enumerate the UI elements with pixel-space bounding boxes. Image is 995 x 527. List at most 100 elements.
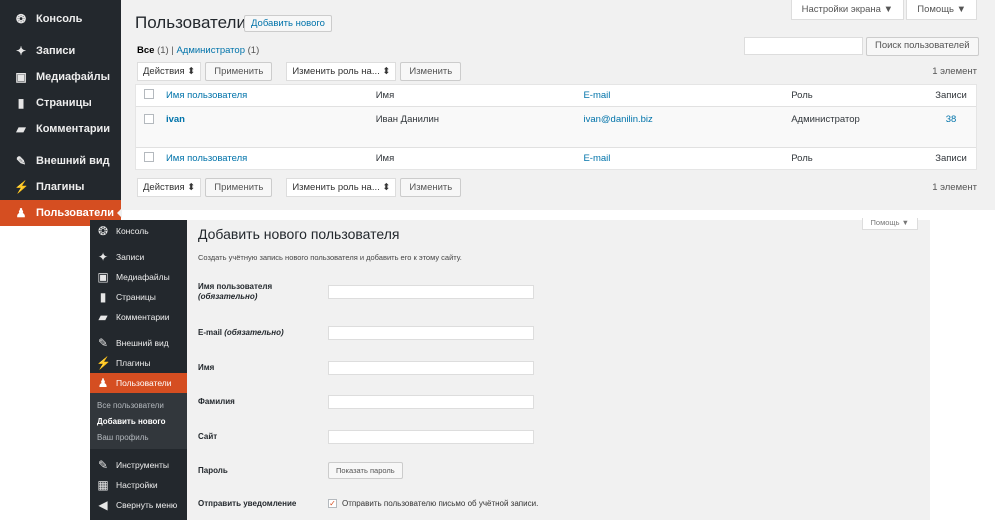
website-row: Сайт	[198, 430, 534, 444]
first-name-row: Имя	[198, 361, 534, 375]
sidebar-item-settings[interactable]: ▦ Настройки	[90, 475, 187, 495]
column-username[interactable]: Имя пользователя	[166, 90, 376, 101]
username-row: Имя пользователя (обязательно)	[198, 282, 534, 301]
submenu-profile[interactable]: Ваш профиль	[90, 429, 187, 445]
row-checkbox[interactable]	[144, 114, 154, 124]
filter-separator: |	[171, 45, 174, 56]
password-label: Пароль	[198, 465, 228, 475]
submenu-add-new[interactable]: Добавить нового	[90, 413, 187, 429]
users-submenu: Все пользователи Добавить нового Ваш про…	[90, 393, 187, 449]
collapse-menu-button[interactable]: ◀ Свернуть меню	[90, 495, 187, 515]
appearance-icon: ✎	[15, 154, 27, 168]
help-tab[interactable]: Помощь ▼	[906, 0, 977, 20]
add-new-button[interactable]: Добавить нового	[244, 15, 332, 32]
screen-options-tab[interactable]: Настройки экрана ▼	[790, 0, 904, 20]
submenu-all-users[interactable]: Все пользователи	[90, 397, 187, 413]
last-name-row: Фамилия	[198, 395, 534, 409]
row-posts[interactable]: 38	[926, 114, 976, 125]
notify-checkbox[interactable]: ✓	[328, 499, 337, 509]
sidebar-item-label: Комментарии	[116, 312, 170, 322]
change-role-select[interactable]: Изменить роль на... ⬍	[286, 62, 397, 81]
page-title: Пользователи	[135, 13, 246, 32]
row-username[interactable]: ivan	[166, 114, 376, 125]
search-input[interactable]	[744, 37, 863, 55]
sidebar-item-label: Внешний вид	[36, 155, 110, 167]
page-title: Добавить нового пользователя	[198, 226, 400, 242]
website-input[interactable]	[328, 430, 534, 444]
sidebar-item-dashboard[interactable]: ❂ Консоль	[0, 6, 121, 32]
media-icon: ▣	[97, 270, 109, 284]
username-input[interactable]	[328, 284, 534, 299]
sidebar-item-dashboard[interactable]: ❂ Консоль	[90, 221, 187, 241]
email-input[interactable]	[328, 326, 534, 340]
sidebar-item-label: Внешний вид	[116, 338, 169, 348]
show-password-button[interactable]: Показать пароль	[328, 462, 403, 479]
filter-admin-count: (1)	[247, 45, 260, 56]
sidebar-item-plugins[interactable]: ⚡ Плагины	[0, 174, 121, 200]
comment-icon: ▰	[16, 122, 26, 136]
comment-icon: ▰	[98, 310, 108, 324]
apply-button[interactable]: Применить	[205, 62, 273, 81]
sidebar-item-tools[interactable]: ✎ Инструменты	[90, 455, 187, 475]
sidebar-item-label: Плагины	[36, 181, 85, 193]
row-email[interactable]: ivan@danilin.biz	[583, 114, 791, 125]
notify-row: Отправить уведомление ✓ Отправить пользо…	[198, 499, 538, 509]
sidebar-item-media[interactable]: ▣ Медиафайлы	[90, 267, 187, 287]
page-description: Создать учётную запись нового пользовате…	[198, 253, 462, 262]
notify-text: Отправить пользователю письмо об учётной…	[342, 499, 539, 509]
column-username-footer[interactable]: Имя пользователя	[166, 153, 376, 164]
bulk-actions-select-bottom[interactable]: Действия ⬍	[137, 178, 202, 197]
change-button[interactable]: Изменить	[400, 62, 462, 81]
apply-button-bottom[interactable]: Применить	[205, 178, 273, 197]
items-count: 1 элемент	[932, 66, 977, 77]
sidebar-item-label: Медиафайлы	[116, 272, 170, 282]
help-tab[interactable]: Помощь ▼	[861, 218, 918, 230]
column-posts-footer: Записи	[935, 153, 967, 164]
sidebar-item-posts[interactable]: ✦ Записи	[0, 38, 121, 64]
sidebar-item-media[interactable]: ▣ Медиафайлы	[0, 64, 121, 90]
row-role: Администратор	[791, 114, 860, 125]
select-all-checkbox-footer[interactable]	[144, 152, 154, 162]
sidebar-item-label: Страницы	[36, 97, 92, 109]
sidebar-item-label: Свернуть меню	[116, 500, 178, 510]
sidebar-item-comments[interactable]: ▰ Комментарии	[90, 307, 187, 327]
sidebar-item-label: Плагины	[116, 358, 151, 368]
sidebar-item-plugins[interactable]: ⚡ Плагины	[90, 353, 187, 373]
filter-all-count: (1)	[157, 45, 169, 56]
sidebar-item-comments[interactable]: ▰ Комментарии	[0, 116, 121, 142]
column-posts: Записи	[935, 90, 967, 101]
filter-admin[interactable]: Администратор	[176, 45, 245, 56]
search-users-button[interactable]: Поиск пользователей	[866, 37, 979, 56]
column-email[interactable]: E-mail	[583, 90, 791, 101]
table-row: ivan Иван Данилин ivan@danilin.biz Админ…	[136, 107, 976, 143]
items-count-bottom: 1 элемент	[932, 182, 977, 193]
sidebar-item-pages[interactable]: ▮ Страницы	[0, 90, 121, 116]
users-list-screenshot: ❂ Консоль ✦ Записи ▣ Медиафайлы ▮ Страницы ▰…	[0, 0, 995, 226]
pin-icon: ✦	[97, 250, 109, 264]
column-role-footer: Роль	[791, 153, 813, 164]
sidebar-item-pages[interactable]: ▮ Страницы	[90, 287, 187, 307]
change-button-bottom[interactable]: Изменить	[400, 178, 462, 197]
sidebar-item-users[interactable]: ♟ Пользователи	[90, 373, 187, 393]
sidebar-item-appearance[interactable]: ✎ Внешний вид	[90, 333, 187, 353]
sidebar-item-label: Записи	[116, 252, 145, 262]
filter-all[interactable]: Все	[137, 45, 154, 56]
select-all-checkbox[interactable]	[144, 89, 154, 99]
sidebar-item-posts[interactable]: ✦ Записи	[90, 247, 187, 267]
bulk-actions-select[interactable]: Действия ⬍	[137, 62, 202, 81]
media-icon: ▣	[15, 70, 27, 84]
sidebar-item-appearance[interactable]: ✎ Внешний вид	[0, 148, 121, 174]
admin-sidebar-small: ❂ Консоль ✦ Записи ▣ Медиафайлы ▮ Страницы ▰…	[90, 220, 187, 520]
sidebar-item-label: Записи	[36, 45, 76, 57]
email-label: E-mail (обязательно)	[198, 328, 284, 338]
role-filter: Все (1) | Администратор (1)	[137, 45, 259, 56]
table-header: Имя пользователя Имя E-mail Роль Записи	[136, 85, 976, 107]
last-name-input[interactable]	[328, 395, 534, 409]
sidebar-item-label: Консоль	[116, 226, 149, 236]
first-name-input[interactable]	[328, 361, 534, 375]
column-email-footer[interactable]: E-mail	[583, 153, 791, 164]
add-user-screenshot: ❂ Консоль ✦ Записи ▣ Медиафайлы ▮ Страницы ▰…	[90, 218, 930, 520]
plugin-icon: ⚡	[14, 180, 29, 194]
change-role-select-bottom[interactable]: Изменить роль на... ⬍	[286, 178, 397, 197]
table-footer: Имя пользователя Имя E-mail Роль Записи	[136, 147, 976, 169]
